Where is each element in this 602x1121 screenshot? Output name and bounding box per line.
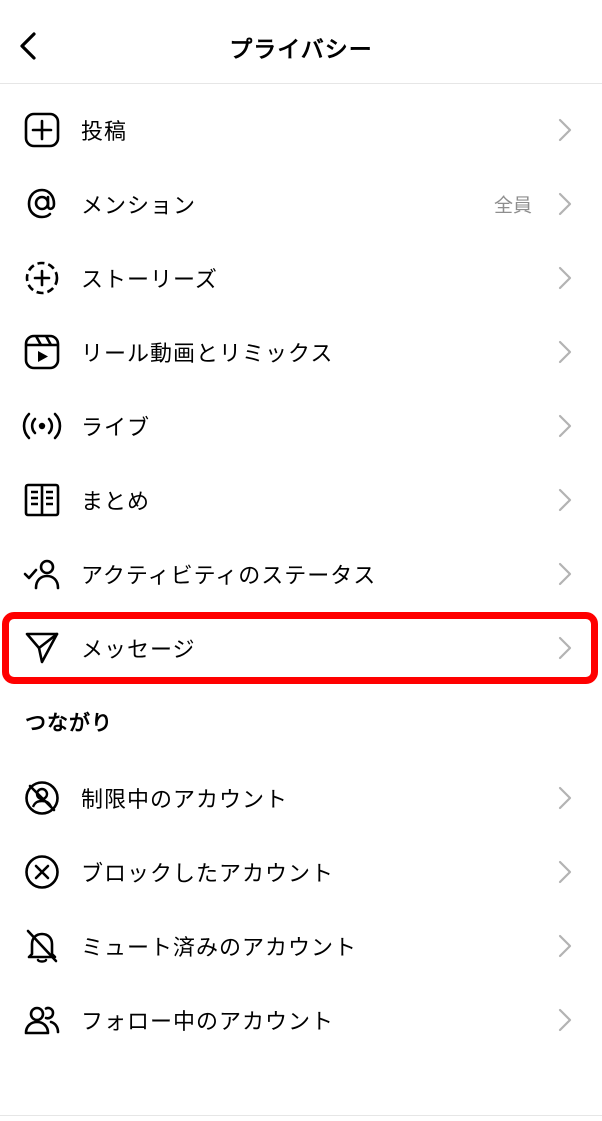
row-stories[interactable]: ストーリーズ	[0, 241, 602, 315]
muted-bell-icon	[22, 926, 62, 966]
page-title: プライバシー	[229, 37, 373, 63]
chevron-right-icon	[558, 786, 572, 810]
row-following-accounts[interactable]: フォロー中のアカウント	[0, 983, 602, 1057]
guides-icon	[22, 480, 62, 520]
header-bar: プライバシー	[0, 0, 602, 84]
row-label: ミュート済みのアカウント	[81, 936, 358, 961]
chevron-right-icon	[558, 192, 572, 216]
live-icon	[22, 406, 62, 446]
story-add-icon	[22, 258, 62, 298]
chevron-right-icon	[558, 340, 572, 364]
reels-icon	[22, 332, 62, 372]
row-label: 投稿	[81, 120, 128, 145]
chevron-right-icon	[558, 860, 572, 884]
row-guides[interactable]: まとめ	[0, 463, 602, 537]
chevron-right-icon	[558, 488, 572, 512]
plus-square-icon	[22, 110, 62, 150]
chevron-right-icon	[558, 1008, 572, 1032]
row-label: 制限中のアカウント	[81, 788, 289, 813]
at-icon	[22, 184, 62, 224]
chevron-right-icon	[558, 118, 572, 142]
blocked-icon	[22, 852, 62, 892]
row-label: まとめ	[81, 490, 151, 515]
paper-plane-icon	[22, 628, 62, 668]
row-label: フォロー中のアカウント	[81, 1010, 335, 1035]
row-label: メッセージ	[81, 638, 196, 663]
following-icon	[22, 1000, 62, 1040]
row-posts[interactable]: 投稿	[0, 93, 602, 167]
row-messages[interactable]: メッセージ	[0, 611, 602, 685]
row-blocked-accounts[interactable]: ブロックしたアカウント	[0, 835, 602, 909]
section-title-connections: つながり	[25, 711, 113, 735]
row-muted-accounts[interactable]: ミュート済みのアカウント	[0, 909, 602, 983]
row-value: 全員	[493, 194, 532, 217]
restricted-icon	[22, 778, 62, 818]
row-label: ブロックしたアカウント	[81, 862, 335, 887]
row-label: ストーリーズ	[81, 268, 218, 293]
row-reels[interactable]: リール動画とリミックス	[0, 315, 602, 389]
activity-status-icon	[22, 554, 62, 594]
chevron-right-icon	[558, 934, 572, 958]
chevron-right-icon	[558, 562, 572, 586]
row-restricted-accounts[interactable]: 制限中のアカウント	[0, 761, 602, 835]
row-activity-status[interactable]: アクティビティのステータス	[0, 537, 602, 611]
chevron-right-icon	[558, 414, 572, 438]
row-label: リール動画とリミックス	[81, 342, 334, 367]
chevron-right-icon	[558, 636, 572, 660]
row-label: アクティビティのステータス	[81, 564, 377, 589]
row-live[interactable]: ライブ	[0, 389, 602, 463]
row-label: メンション	[81, 194, 197, 219]
chevron-right-icon	[558, 266, 572, 290]
row-mentions[interactable]: メンション 全員	[0, 167, 602, 241]
bottom-divider	[0, 1115, 602, 1116]
row-label: ライブ	[81, 416, 151, 441]
